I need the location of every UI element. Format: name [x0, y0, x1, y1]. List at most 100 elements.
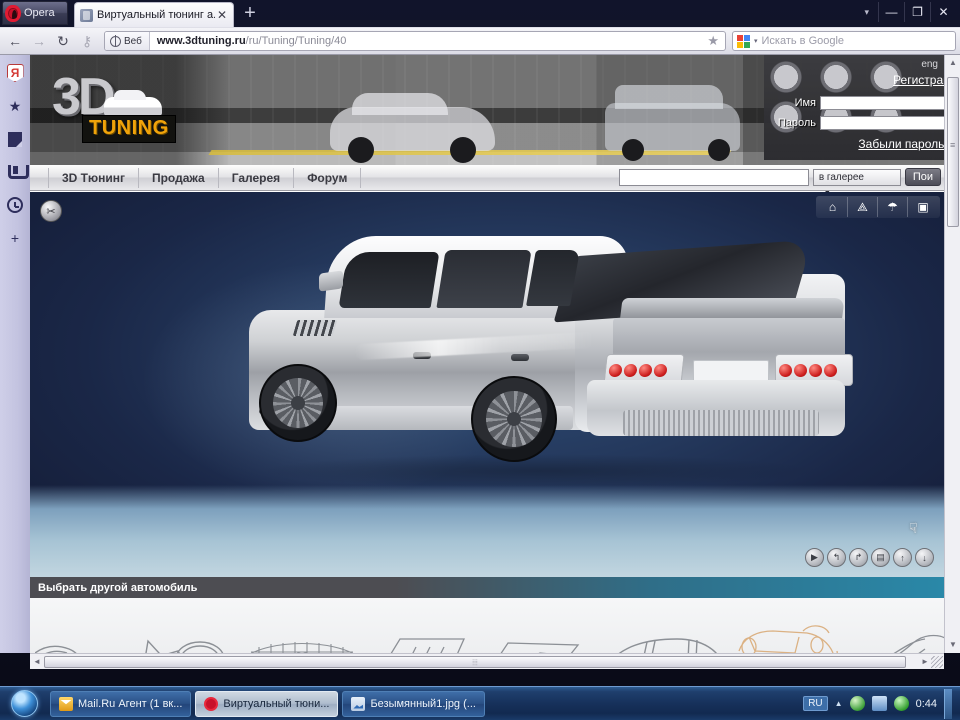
save-button[interactable]: ▤: [871, 548, 890, 567]
sidebar-item-bookmarks[interactable]: ★: [5, 96, 25, 116]
minimize-button[interactable]: —: [878, 2, 904, 22]
tray-icon-3[interactable]: [894, 696, 909, 711]
username-row: Имя: [795, 96, 944, 110]
password-input[interactable]: [820, 116, 944, 130]
start-button[interactable]: [2, 689, 46, 719]
tab-close-icon[interactable]: ✕: [215, 9, 229, 21]
logo-tuning-badge: TUNING: [82, 115, 176, 143]
back-icon[interactable]: ←: [4, 30, 26, 52]
scroll-up-icon[interactable]: ▲: [948, 58, 958, 68]
url-text: www.3dtuning.ru/ru/Tuning/Tuning/40: [150, 35, 347, 47]
opera-menu-button[interactable]: Opera: [2, 1, 68, 25]
taskbar-item-image[interactable]: Безымянный1.jpg (...: [342, 691, 485, 717]
url-path: /ru/Tuning/Tuning/40: [246, 35, 347, 47]
web-page-content: 3D TUNING eng Регистрац Имя Пароль: [30, 55, 944, 653]
site-search-scope-select[interactable]: в галерее ▼: [813, 169, 901, 186]
banner-wheel-3: [622, 139, 644, 161]
close-button[interactable]: ✕: [930, 2, 956, 22]
url-input[interactable]: Веб www.3dtuning.ru/ru/Tuning/Tuning/40 …: [104, 31, 726, 51]
part-item-air-hood[interactable]: Воздух. капота: [478, 623, 590, 653]
part-item-mirrors[interactable]: Зеркала: [126, 623, 238, 653]
username-label: Имя: [795, 97, 816, 109]
show-hidden-icons-icon[interactable]: ▲: [835, 699, 843, 708]
radiator-icon: [238, 623, 366, 653]
site-search-input[interactable]: [619, 169, 809, 186]
taskbar-item-mailru[interactable]: Mail.Ru Агент (1 вк...: [50, 691, 191, 717]
part-item-radiator[interactable]: Радиатор: [238, 623, 366, 653]
scroll-left-icon[interactable]: ◄: [32, 657, 42, 667]
parts-strip[interactable]: ылья Зеркала: [30, 598, 944, 653]
body-kit-icon: [730, 621, 848, 653]
language-indicator[interactable]: RU: [803, 696, 827, 711]
sidebar-item-notes[interactable]: [5, 129, 25, 149]
restore-button[interactable]: ❐: [904, 2, 930, 22]
part-item-window-tint[interactable]: Тонировка стекол: [590, 623, 730, 653]
sidebar-item-downloads[interactable]: [5, 162, 25, 182]
opera-menu-label: Opera: [24, 7, 55, 19]
security-key-icon[interactable]: ⚷: [76, 30, 98, 52]
scroll-down-icon[interactable]: ▼: [948, 640, 958, 650]
sidebar-item-yandex[interactable]: Я: [5, 63, 25, 83]
note-icon: [8, 132, 22, 147]
rear-wheel: [471, 376, 557, 462]
reload-icon[interactable]: ↻: [52, 30, 74, 52]
search-placeholder: Искать в Google: [762, 35, 845, 47]
upload-button[interactable]: ↑: [893, 548, 912, 567]
download-button[interactable]: ↓: [915, 548, 934, 567]
page-vertical-scrollbar[interactable]: ▲ ▼: [944, 55, 960, 653]
window-caret-icon[interactable]: ▾: [864, 7, 869, 18]
password-label: Пароль: [778, 117, 816, 129]
web-badge[interactable]: Веб: [105, 32, 150, 50]
forward-icon[interactable]: →: [28, 30, 50, 52]
site-search-button[interactable]: Пои: [905, 168, 941, 186]
search-engine-caret-icon[interactable]: ▾: [754, 37, 758, 45]
camera-icon[interactable]: ▣: [908, 197, 938, 217]
scroll-right-icon[interactable]: ►: [920, 657, 930, 667]
username-input[interactable]: [820, 96, 944, 110]
part-item-air-top[interactable]: Воздух. верхний: [366, 623, 478, 653]
nav-item-sale[interactable]: Продажа: [139, 168, 219, 188]
site-search-scope-value: в галерее: [819, 172, 864, 183]
banner-wheel-2: [450, 137, 476, 163]
select-other-car-bar[interactable]: Выбрать другой автомобиль: [30, 577, 944, 598]
window-resizer-handle[interactable]: [931, 656, 943, 668]
screen: Opera Виртуальный тюнинг а... ✕ + ▾ — ❐ …: [0, 0, 960, 720]
yandex-icon: Я: [7, 64, 24, 82]
rear-side-window: [436, 250, 531, 308]
horizontal-scroll-thumb[interactable]: ⦙⦙⦙: [44, 656, 906, 668]
play-button[interactable]: ▶: [805, 548, 824, 567]
nav-item-tuning[interactable]: 3D Тюнинг: [48, 168, 139, 188]
tray-icon-2[interactable]: [872, 696, 887, 711]
tray-icon-1[interactable]: [850, 696, 865, 711]
page-horizontal-scrollbar[interactable]: ◄ ⦙⦙⦙ ►: [30, 653, 944, 669]
show-desktop-button[interactable]: [944, 689, 952, 719]
bookmark-star-icon[interactable]: ★: [701, 33, 725, 49]
nav-item-forum[interactable]: Форум: [294, 168, 361, 188]
opera-browser-window: Opera Виртуальный тюнинг а... ✕ + ▾ — ❐ …: [0, 0, 960, 686]
new-tab-button[interactable]: +: [241, 5, 259, 23]
part-item-body-kits[interactable]: Пакеты: [730, 621, 848, 653]
part-item-fenders[interactable]: ылья: [30, 623, 126, 653]
taskbar-item-label: Безымянный1.jpg (...: [370, 698, 476, 710]
vertical-scroll-thumb[interactable]: [947, 77, 959, 227]
language-link[interactable]: eng: [921, 59, 938, 70]
site-logo[interactable]: 3D TUNING: [52, 71, 202, 149]
rotate-left-button[interactable]: ↰: [827, 548, 846, 567]
rotate-right-button[interactable]: ↱: [849, 548, 868, 567]
sidebar-item-add-panel[interactable]: +: [5, 228, 25, 248]
browser-search-input[interactable]: ▾ Искать в Google: [732, 31, 956, 51]
viewer-tools-icon[interactable]: ✂: [40, 200, 62, 222]
part-item-airbrush[interactable]: Аэрография: [848, 623, 944, 653]
clock[interactable]: 0:44: [916, 698, 937, 710]
forgot-password-link[interactable]: Забыли пароль? вой: [858, 137, 944, 151]
cap-icon[interactable]: ☂: [878, 197, 908, 217]
car-3d-viewer[interactable]: ✂ ⌂ ⟁ ☂ ▣: [30, 192, 944, 577]
nav-item-gallery[interactable]: Галерея: [219, 168, 294, 188]
select-other-car-label: Выбрать другой автомобиль: [38, 582, 197, 594]
taskbar-item-opera[interactable]: Виртуальный тюни...: [195, 691, 338, 717]
register-link[interactable]: Регистрац: [893, 73, 944, 87]
car-render: [235, 214, 855, 494]
browser-tab[interactable]: Виртуальный тюнинг а... ✕: [74, 2, 234, 27]
sidebar-item-history[interactable]: [5, 195, 25, 215]
web-badge-label: Веб: [124, 36, 142, 47]
